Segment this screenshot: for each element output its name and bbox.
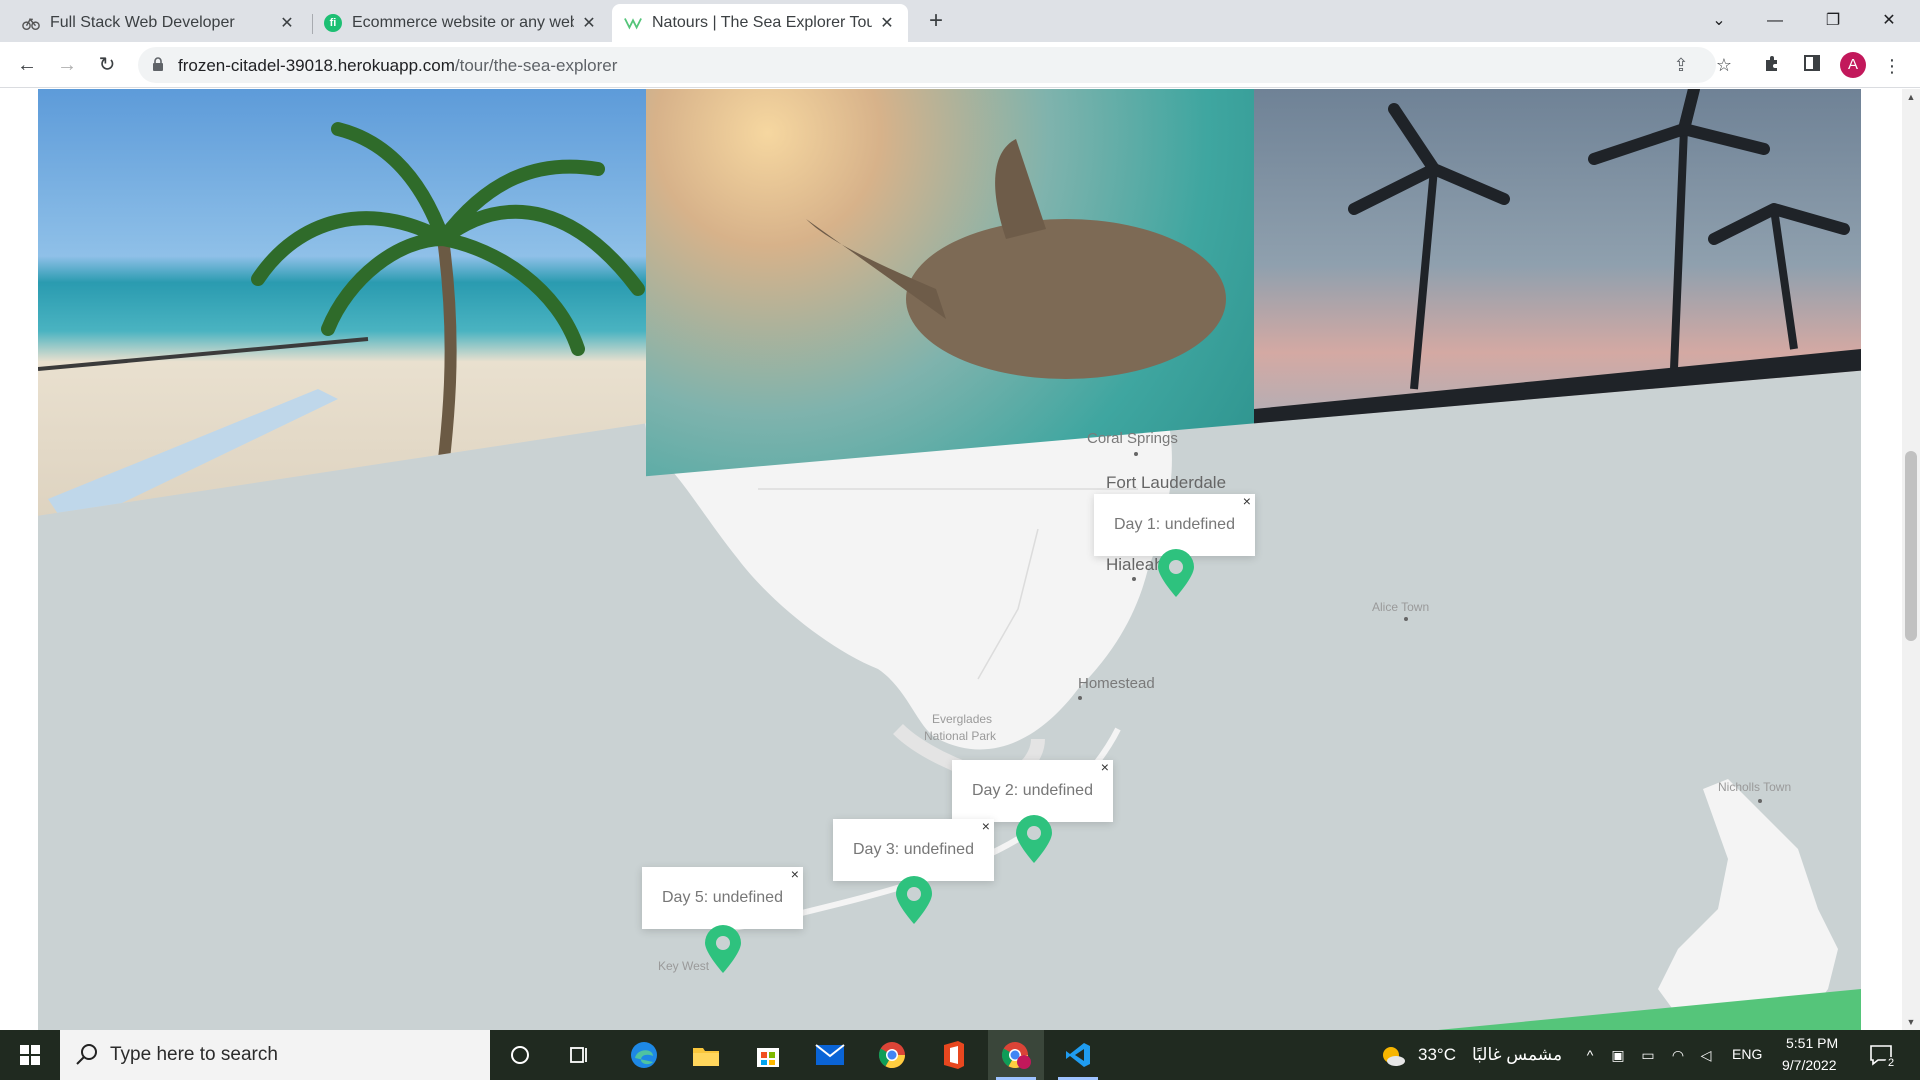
map-label-hialeah: Hialeah: [1106, 555, 1164, 574]
tab-close-icon[interactable]: ✕: [878, 13, 896, 33]
weather-temperature[interactable]: 33°C: [1418, 1045, 1456, 1065]
cortana-icon[interactable]: [492, 1030, 548, 1080]
map-popup-day-1: Day 1: undefined ×: [1094, 493, 1255, 566]
share-icon[interactable]: ⇪: [1670, 54, 1692, 76]
tab-strip: Full Stack Web Developer ✕ fi Ecommerce …: [0, 0, 1920, 42]
office-icon[interactable]: [926, 1030, 982, 1080]
vscode-icon[interactable]: [1050, 1030, 1106, 1080]
clock-time[interactable]: 5:51 PM: [1786, 1035, 1838, 1051]
minimize-icon[interactable]: —: [1752, 6, 1798, 36]
edge-icon[interactable]: [616, 1030, 672, 1080]
url-path: /tour/the-sea-explorer: [454, 56, 618, 75]
map-dot: [1404, 617, 1408, 621]
mail-icon[interactable]: [802, 1030, 858, 1080]
map-dot: [1758, 799, 1762, 803]
extensions-icon[interactable]: [1760, 54, 1784, 78]
forward-icon[interactable]: →: [52, 50, 82, 80]
tab-ecommerce[interactable]: fi Ecommerce website or any websi ✕: [312, 4, 610, 42]
file-explorer-icon[interactable]: [678, 1030, 734, 1080]
microsoft-store-icon[interactable]: [740, 1030, 796, 1080]
map-label-alice-town: Alice Town: [1372, 600, 1430, 614]
natours-icon: [624, 14, 642, 32]
popup-close-icon[interactable]: ×: [982, 795, 990, 857]
scroll-up-icon[interactable]: ▲: [1902, 89, 1920, 105]
page-scrollbar[interactable]: ▲ ▼: [1902, 89, 1920, 1030]
url-text: frozen-citadel-39018.herokuapp.com/tour/…: [178, 56, 617, 76]
task-view-icon[interactable]: [552, 1030, 608, 1080]
map-pin-icon[interactable]: [703, 925, 743, 975]
tab-title: Natours | The Sea Explorer Tour: [652, 14, 872, 31]
map-label-everglades: Everglades: [932, 712, 993, 726]
map-dot: [1078, 696, 1082, 700]
tab-title: Ecommerce website or any websi: [352, 14, 574, 31]
volume-icon[interactable]: ◁: [1696, 1045, 1716, 1065]
tab-natours[interactable]: Natours | The Sea Explorer Tour ✕: [612, 4, 908, 42]
map-popup-day-5: Day 5: undefined ×: [642, 866, 803, 939]
show-hidden-icons-chevron-icon[interactable]: ^: [1580, 1045, 1600, 1065]
battery-icon[interactable]: ▭: [1638, 1045, 1658, 1065]
side-panel-icon[interactable]: [1800, 54, 1824, 78]
reload-icon[interactable]: ↻: [92, 50, 122, 80]
start-button[interactable]: [0, 1030, 60, 1080]
map-dot: [1134, 452, 1138, 456]
wifi-icon[interactable]: ◠: [1668, 1045, 1688, 1065]
map-label-fort-lauderdale: Fort Lauderdale: [1106, 473, 1227, 492]
chrome-icon[interactable]: [864, 1030, 920, 1080]
url-host: frozen-citadel-39018.herokuapp.com: [178, 56, 455, 75]
fiverr-icon: fi: [324, 14, 342, 32]
notification-count: 2: [1885, 1057, 1898, 1069]
lock-icon: [153, 57, 163, 71]
popup-text: Day 3: undefined: [853, 841, 974, 858]
map-pin-icon[interactable]: [1014, 815, 1054, 865]
close-window-icon[interactable]: ✕: [1866, 6, 1912, 36]
clock-date[interactable]: 9/7/2022: [1782, 1057, 1837, 1073]
search-placeholder: Type here to search: [110, 1044, 278, 1065]
map-label-key-west: Key West: [658, 959, 710, 973]
scroll-down-icon[interactable]: ▼: [1902, 1014, 1920, 1030]
green-section-edge: [1438, 989, 1861, 1030]
map-label-coral-springs: Coral Springs: [1087, 430, 1178, 447]
map-label-nicholls-town: Nicholls Town: [1718, 780, 1792, 794]
popup-close-icon[interactable]: ×: [1243, 470, 1251, 532]
browser-toolbar: ← → ↻ frozen-citadel-39018.herokuapp.com…: [0, 42, 1920, 88]
scrollbar-thumb[interactable]: [1905, 451, 1917, 641]
weather-description[interactable]: مشمس غالبًا: [1472, 1045, 1562, 1065]
chrome-profile-icon[interactable]: [988, 1030, 1044, 1080]
map-label-homestead: Homestead: [1078, 675, 1155, 692]
tour-map[interactable]: Coral Springs Fort Lauderdale Hialeah Al…: [38, 89, 1861, 1030]
bookmark-star-icon[interactable]: ☆: [1712, 53, 1736, 77]
popup-text: Day 5: undefined: [662, 889, 783, 906]
address-bar[interactable]: frozen-citadel-39018.herokuapp.com/tour/…: [138, 47, 1716, 83]
profile-avatar[interactable]: A: [1840, 52, 1866, 78]
map-dot: [1132, 577, 1136, 581]
menu-kebab-icon[interactable]: ⋮: [1880, 54, 1904, 78]
weather-sun-icon[interactable]: [1380, 1043, 1406, 1069]
language-indicator[interactable]: ENG: [1732, 1046, 1762, 1062]
map-popup-day-3: Day 3: undefined ×: [833, 818, 994, 891]
taskbar-search-box[interactable]: Type here to search: [60, 1030, 490, 1080]
popup-close-icon[interactable]: ×: [1101, 736, 1109, 798]
popup-text: Day 2: undefined: [972, 782, 1093, 799]
back-icon[interactable]: ←: [12, 50, 42, 80]
page-viewport: Coral Springs Fort Lauderdale Hialeah Al…: [0, 89, 1902, 1030]
search-icon: [76, 1044, 97, 1065]
new-tab-button[interactable]: +: [922, 8, 950, 36]
tab-search-icon[interactable]: ⌄: [1696, 6, 1742, 36]
map-pin-icon[interactable]: [894, 876, 934, 926]
popup-text: Day 1: undefined: [1114, 516, 1235, 533]
bike-icon: [22, 14, 40, 32]
meet-now-icon[interactable]: ▣: [1608, 1045, 1628, 1065]
tab-close-icon[interactable]: ✕: [278, 13, 296, 33]
tab-full-stack[interactable]: Full Stack Web Developer ✕: [10, 4, 308, 42]
windows-logo-icon: [20, 1045, 40, 1065]
map-label-national-park: National Park: [924, 729, 997, 743]
popup-close-icon[interactable]: ×: [791, 843, 799, 905]
windows-taskbar: Type here to search 33°C مشمس غالبًا ^ ▣…: [0, 1030, 1920, 1080]
restore-icon[interactable]: ❐: [1810, 6, 1856, 36]
map-pin-icon[interactable]: [1156, 549, 1196, 599]
tab-close-icon[interactable]: ✕: [580, 13, 598, 33]
map-popup-day-2: Day 2: undefined ×: [952, 759, 1113, 832]
tab-title: Full Stack Web Developer: [50, 14, 235, 31]
